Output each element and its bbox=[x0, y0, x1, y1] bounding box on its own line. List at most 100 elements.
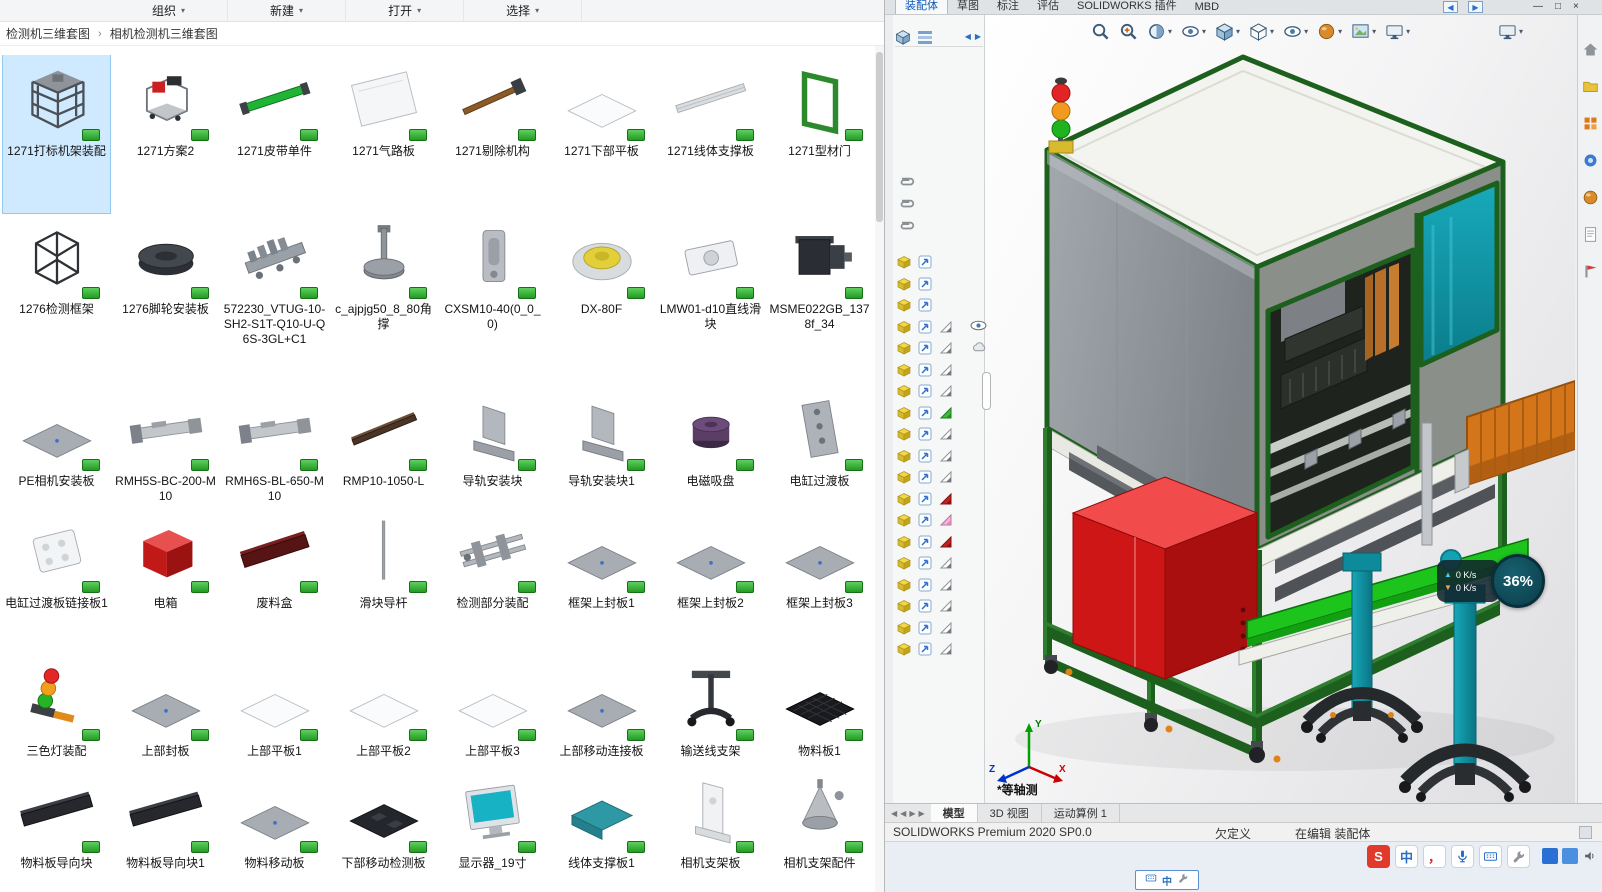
display-style-icon[interactable]: ▾ bbox=[1248, 21, 1275, 42]
file-item[interactable]: 物料板1 bbox=[766, 655, 873, 767]
tree-collapse-icon[interactable]: ◀ bbox=[965, 32, 971, 41]
zoom-fit-icon[interactable] bbox=[1090, 21, 1111, 42]
tree-item-row[interactable] bbox=[897, 470, 953, 484]
soft-keyboard-icon[interactable] bbox=[1479, 845, 1502, 868]
document-tab-1[interactable]: 模型 bbox=[930, 804, 978, 822]
file-item[interactable]: 1276脚轮安装板 bbox=[112, 213, 219, 385]
component-icon[interactable] bbox=[897, 406, 911, 420]
tree-item-row[interactable] bbox=[897, 621, 953, 635]
ribbon-tab-3[interactable]: 标注 bbox=[988, 0, 1028, 14]
display-state-icon[interactable] bbox=[918, 341, 932, 355]
apply-scene-icon[interactable]: ▾ bbox=[1350, 21, 1377, 42]
file-item[interactable]: 框架上封板1 bbox=[548, 507, 655, 655]
file-item[interactable]: MSME022GB_1378f_34 bbox=[766, 213, 873, 385]
sogou-input-icon[interactable]: S bbox=[1367, 845, 1390, 868]
netspeed-overlay[interactable]: ▲ 0 K/s ▼ 0 K/s 36% bbox=[1437, 554, 1545, 608]
display-state-icon[interactable] bbox=[918, 427, 932, 441]
tree-item-row[interactable] bbox=[897, 363, 953, 377]
file-item[interactable]: RMP10-1050-L bbox=[330, 385, 437, 507]
file-item[interactable]: 上部平板2 bbox=[330, 655, 437, 767]
view-palette-icon[interactable] bbox=[1582, 152, 1599, 174]
file-item[interactable]: 1271皮带单件 bbox=[221, 55, 328, 213]
punctuation-mode-icon[interactable]: ， bbox=[1423, 845, 1446, 868]
voice-input-icon[interactable] bbox=[1451, 845, 1474, 868]
component-icon[interactable] bbox=[897, 384, 911, 398]
file-item[interactable]: 显示器_19寸 bbox=[439, 767, 546, 892]
lang-keyboard-icon[interactable] bbox=[1145, 871, 1157, 889]
component-icon[interactable] bbox=[897, 341, 911, 355]
file-explorer-icon[interactable] bbox=[1582, 78, 1599, 100]
file-item[interactable]: 输送线支架 bbox=[657, 655, 764, 767]
file-item[interactable]: 上部移动连接板 bbox=[548, 655, 655, 767]
component-icon[interactable] bbox=[897, 621, 911, 635]
file-item[interactable]: 1271线体支撑板 bbox=[657, 55, 764, 213]
tree-item-row[interactable] bbox=[897, 320, 953, 334]
transparency-triangle-icon[interactable] bbox=[939, 384, 953, 398]
tree-item-row[interactable] bbox=[897, 578, 953, 592]
component-icon[interactable] bbox=[897, 298, 911, 312]
file-item[interactable]: 电磁吸盘 bbox=[657, 385, 764, 507]
file-item[interactable]: c_ajpjg50_8_80角撑 bbox=[330, 213, 437, 385]
file-item[interactable]: 1271方案2 bbox=[112, 55, 219, 213]
design-library-icon[interactable] bbox=[1582, 115, 1599, 137]
transparency-triangle-icon[interactable] bbox=[939, 556, 953, 570]
home-icon[interactable] bbox=[1582, 41, 1599, 63]
file-item[interactable]: 电缸过渡板链接板1 bbox=[3, 507, 110, 655]
display-state-icon[interactable] bbox=[918, 513, 932, 527]
toolbar-menu-3[interactable]: 打开 ▾ bbox=[346, 0, 465, 22]
display-state-icon[interactable] bbox=[918, 642, 932, 656]
transparency-triangle-icon[interactable] bbox=[939, 492, 953, 506]
file-item[interactable]: 废料盒 bbox=[221, 507, 328, 655]
transparency-triangle-icon[interactable] bbox=[939, 341, 953, 355]
display-state-icon[interactable] bbox=[918, 535, 932, 549]
display-state-icon[interactable] bbox=[918, 406, 932, 420]
component-icon[interactable] bbox=[897, 320, 911, 334]
annotation-visibility-icon[interactable]: ▾ bbox=[1180, 21, 1207, 42]
toolbar-menu-2[interactable]: 新建 ▾ bbox=[228, 0, 347, 22]
file-item[interactable]: 上部封板 bbox=[112, 655, 219, 767]
close-icon[interactable]: × bbox=[1573, 1, 1579, 12]
transparency-triangle-icon[interactable] bbox=[939, 578, 953, 592]
tree-item-row[interactable] bbox=[897, 298, 932, 312]
file-item[interactable]: 1271下部平板 bbox=[548, 55, 655, 213]
transparency-triangle-icon[interactable] bbox=[939, 363, 953, 377]
tree-item-row[interactable] bbox=[897, 642, 953, 656]
component-icon[interactable] bbox=[897, 513, 911, 527]
view-orientation-icon[interactable]: ▾ bbox=[1214, 21, 1241, 42]
file-item[interactable]: LMW01-d10直线滑块 bbox=[657, 213, 764, 385]
display-state-icon[interactable] bbox=[918, 470, 932, 484]
component-icon[interactable] bbox=[897, 277, 911, 291]
document-tab-3[interactable]: 运动算例 1 bbox=[1042, 804, 1120, 822]
forward-icon[interactable]: ▶ bbox=[1468, 1, 1483, 13]
status-options-icon[interactable] bbox=[1579, 826, 1592, 839]
graphics-viewport[interactable]: Y X Z *等轴测 bbox=[985, 15, 1575, 803]
ribbon-tab-6[interactable]: MBD bbox=[1186, 0, 1228, 14]
component-icon[interactable] bbox=[897, 363, 911, 377]
transparency-triangle-icon[interactable] bbox=[939, 449, 953, 463]
lang-cn-icon[interactable]: 中 bbox=[1162, 873, 1172, 888]
scrollbar-thumb[interactable] bbox=[876, 52, 883, 222]
transparency-triangle-icon[interactable] bbox=[939, 513, 953, 527]
explorer-scrollbar[interactable] bbox=[875, 46, 884, 892]
transparency-triangle-icon[interactable] bbox=[939, 535, 953, 549]
file-item[interactable]: 上部平板3 bbox=[439, 655, 546, 767]
component-icon[interactable] bbox=[897, 535, 911, 549]
display-state-icon[interactable] bbox=[918, 492, 932, 506]
custom-properties-icon[interactable] bbox=[1582, 226, 1599, 248]
toolbar-menu-1[interactable]: 组织 ▾ bbox=[110, 0, 229, 22]
screen-record-button[interactable]: ▾ bbox=[1497, 21, 1524, 42]
percent-badge[interactable]: 36% bbox=[1491, 554, 1545, 608]
file-item[interactable]: 线体支撑板1 bbox=[548, 767, 655, 892]
transparency-triangle-icon[interactable] bbox=[939, 427, 953, 441]
component-icon[interactable] bbox=[897, 470, 911, 484]
component-icon[interactable] bbox=[897, 642, 911, 656]
file-item[interactable]: 电箱 bbox=[112, 507, 219, 655]
file-item[interactable]: 1271打标机架装配 bbox=[2, 55, 111, 214]
file-item[interactable]: 1276检测框架 bbox=[3, 213, 110, 385]
file-item[interactable]: 1271型材门 bbox=[766, 55, 873, 213]
file-item[interactable]: 物料移动板 bbox=[221, 767, 328, 892]
transparency-triangle-icon[interactable] bbox=[939, 599, 953, 613]
display-state-icon[interactable] bbox=[918, 363, 932, 377]
file-item[interactable]: 1271剔除机构 bbox=[439, 55, 546, 213]
panel-splitter-handle[interactable] bbox=[982, 372, 991, 410]
